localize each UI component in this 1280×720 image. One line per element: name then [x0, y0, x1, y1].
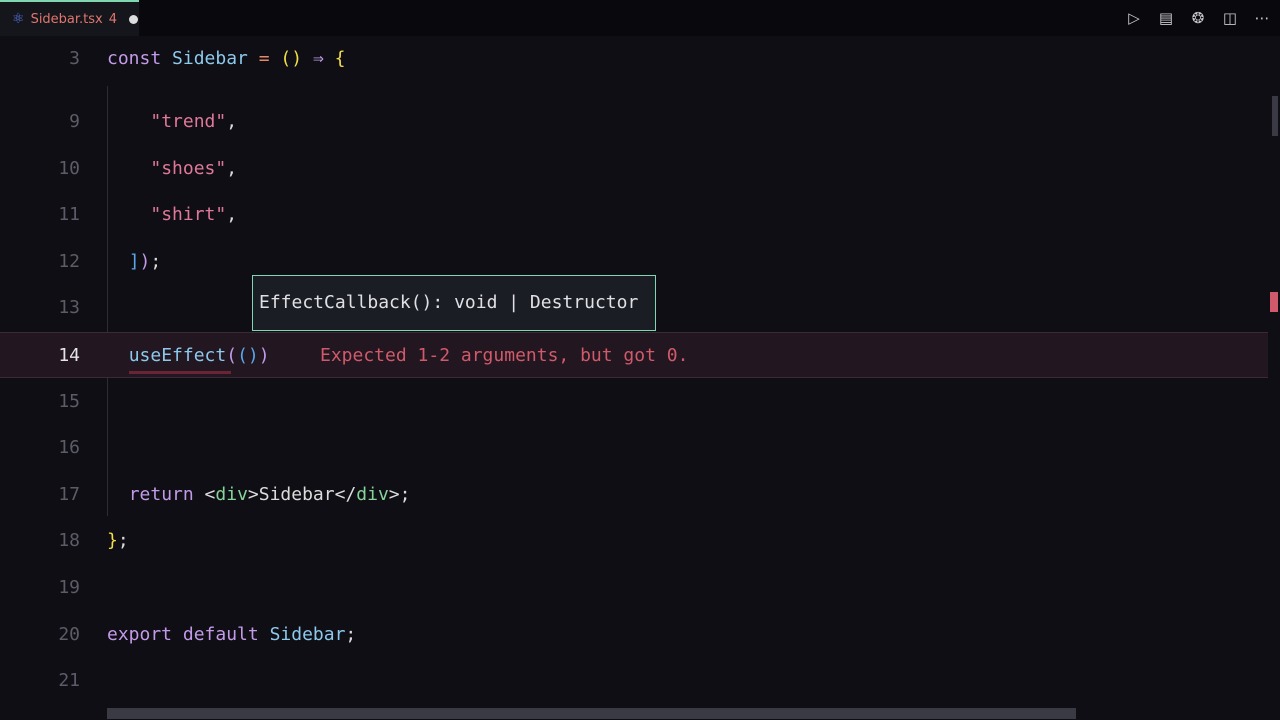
- code-token: div: [215, 483, 248, 505]
- code-line[interactable]: 10 "shoes",: [0, 146, 1268, 192]
- line-code: "trend",: [107, 99, 237, 145]
- code-token: "shoes": [150, 157, 227, 179]
- line-number: 14: [58, 345, 80, 366]
- error-marker: [1270, 292, 1278, 312]
- code-token: ): [139, 250, 151, 272]
- code-line[interactable]: 17 return <div>Sidebar</div>;: [0, 472, 1268, 518]
- code-token: Sidebar: [172, 48, 259, 69]
- code-line[interactable]: 16: [0, 425, 1268, 471]
- code-token: ,: [226, 204, 238, 226]
- code-token: return: [128, 483, 205, 505]
- react-icon: ⚛: [12, 11, 25, 27]
- line-number: 21: [58, 670, 80, 692]
- code-line[interactable]: 11 "shirt",: [0, 192, 1268, 238]
- code-token: =: [258, 48, 281, 69]
- code-token: }: [107, 530, 118, 552]
- editor-actions: ▷ ▤ ❂ ◫ ⋯: [1124, 0, 1272, 36]
- line-number: 9: [69, 111, 80, 132]
- code-token: <: [204, 483, 216, 505]
- line-code: const Sidebar = () ⇒ {: [107, 36, 345, 82]
- horizontal-scrollbar[interactable]: [107, 708, 1076, 719]
- code-token: >Sidebar</: [247, 483, 357, 505]
- line-number: 3: [69, 48, 80, 69]
- line-number: 16: [58, 437, 80, 459]
- vertical-scrollbar[interactable]: [1268, 36, 1280, 720]
- code-token: (): [280, 48, 313, 69]
- code-line[interactable]: 20 export default Sidebar;: [0, 612, 1268, 658]
- tab-sidebar-tsx[interactable]: ⚛ Sidebar.tsx 4: [0, 0, 139, 36]
- code-token: ): [258, 345, 270, 366]
- line-number: 10: [58, 157, 80, 179]
- code-line[interactable]: 14 useEffect(()) Expected 1-2 arguments, …: [0, 332, 1268, 378]
- run-icon[interactable]: ▷: [1124, 9, 1144, 27]
- code-token: ;: [150, 250, 162, 272]
- line-code: return <div>Sidebar</div>;: [107, 472, 411, 518]
- line-code: };: [107, 518, 129, 564]
- code-token: ;: [117, 530, 129, 552]
- code-line[interactable]: 19: [0, 565, 1268, 611]
- code-token: export default: [107, 623, 270, 645]
- code-token: {: [334, 48, 346, 69]
- line-code: "shoes",: [107, 146, 237, 192]
- scrollbar-thumb[interactable]: [1272, 96, 1278, 136]
- line-number: 18: [58, 530, 80, 552]
- code-token: "trend": [150, 111, 227, 132]
- line-number: 19: [58, 577, 80, 598]
- line-number: 13: [58, 297, 80, 319]
- line-number: 12: [58, 250, 80, 272]
- line-code: "shirt",: [107, 192, 237, 238]
- line-number: 11: [58, 204, 80, 226]
- code-token: const: [107, 48, 173, 69]
- parameter-hint-tooltip: EffectCallback(): void | Destructor: [252, 275, 656, 331]
- editor-tab-bar: ⚛ Sidebar.tsx 4 ▷ ▤ ❂ ◫ ⋯: [0, 0, 1280, 36]
- code-line[interactable]: 3 const Sidebar = () ⇒ {: [0, 36, 1268, 82]
- code-token: (): [237, 345, 259, 366]
- code-line[interactable]: 9 "trend",: [0, 99, 1268, 145]
- code-token: ,: [226, 157, 238, 179]
- more-icon[interactable]: ⋯: [1252, 9, 1272, 27]
- code-token: "shirt": [150, 204, 227, 226]
- preview-icon[interactable]: ▤: [1156, 9, 1176, 27]
- code-token: Sidebar: [269, 623, 346, 645]
- tab-filename: Sidebar.tsx: [30, 11, 103, 27]
- code-token: ,: [226, 111, 238, 132]
- line-number: 17: [58, 483, 80, 505]
- code-line[interactable]: 21: [0, 658, 1268, 704]
- code-token: useEffect: [128, 345, 227, 366]
- code-token: >;: [388, 483, 411, 505]
- line-code: export default Sidebar;: [107, 612, 356, 658]
- inline-error-message: Expected 1-2 arguments, but got 0.: [320, 345, 689, 366]
- copilot-icon[interactable]: ❂: [1188, 9, 1208, 27]
- code-token: (: [226, 345, 238, 366]
- error-squiggle: [129, 371, 231, 374]
- code-line[interactable]: 18};: [0, 518, 1268, 564]
- code-token: ⇒: [312, 48, 335, 69]
- split-editor-icon[interactable]: ◫: [1220, 9, 1240, 27]
- code-line[interactable]: 15: [0, 379, 1268, 425]
- line-number: 20: [58, 623, 80, 645]
- code-token: div: [356, 483, 389, 505]
- unsaved-dot-icon[interactable]: [129, 14, 139, 24]
- line-code: ]);: [107, 239, 162, 285]
- line-number: 15: [58, 390, 80, 412]
- problem-count-badge: 4: [108, 11, 118, 27]
- code-token: ]: [128, 250, 140, 272]
- code-token: ;: [345, 623, 357, 645]
